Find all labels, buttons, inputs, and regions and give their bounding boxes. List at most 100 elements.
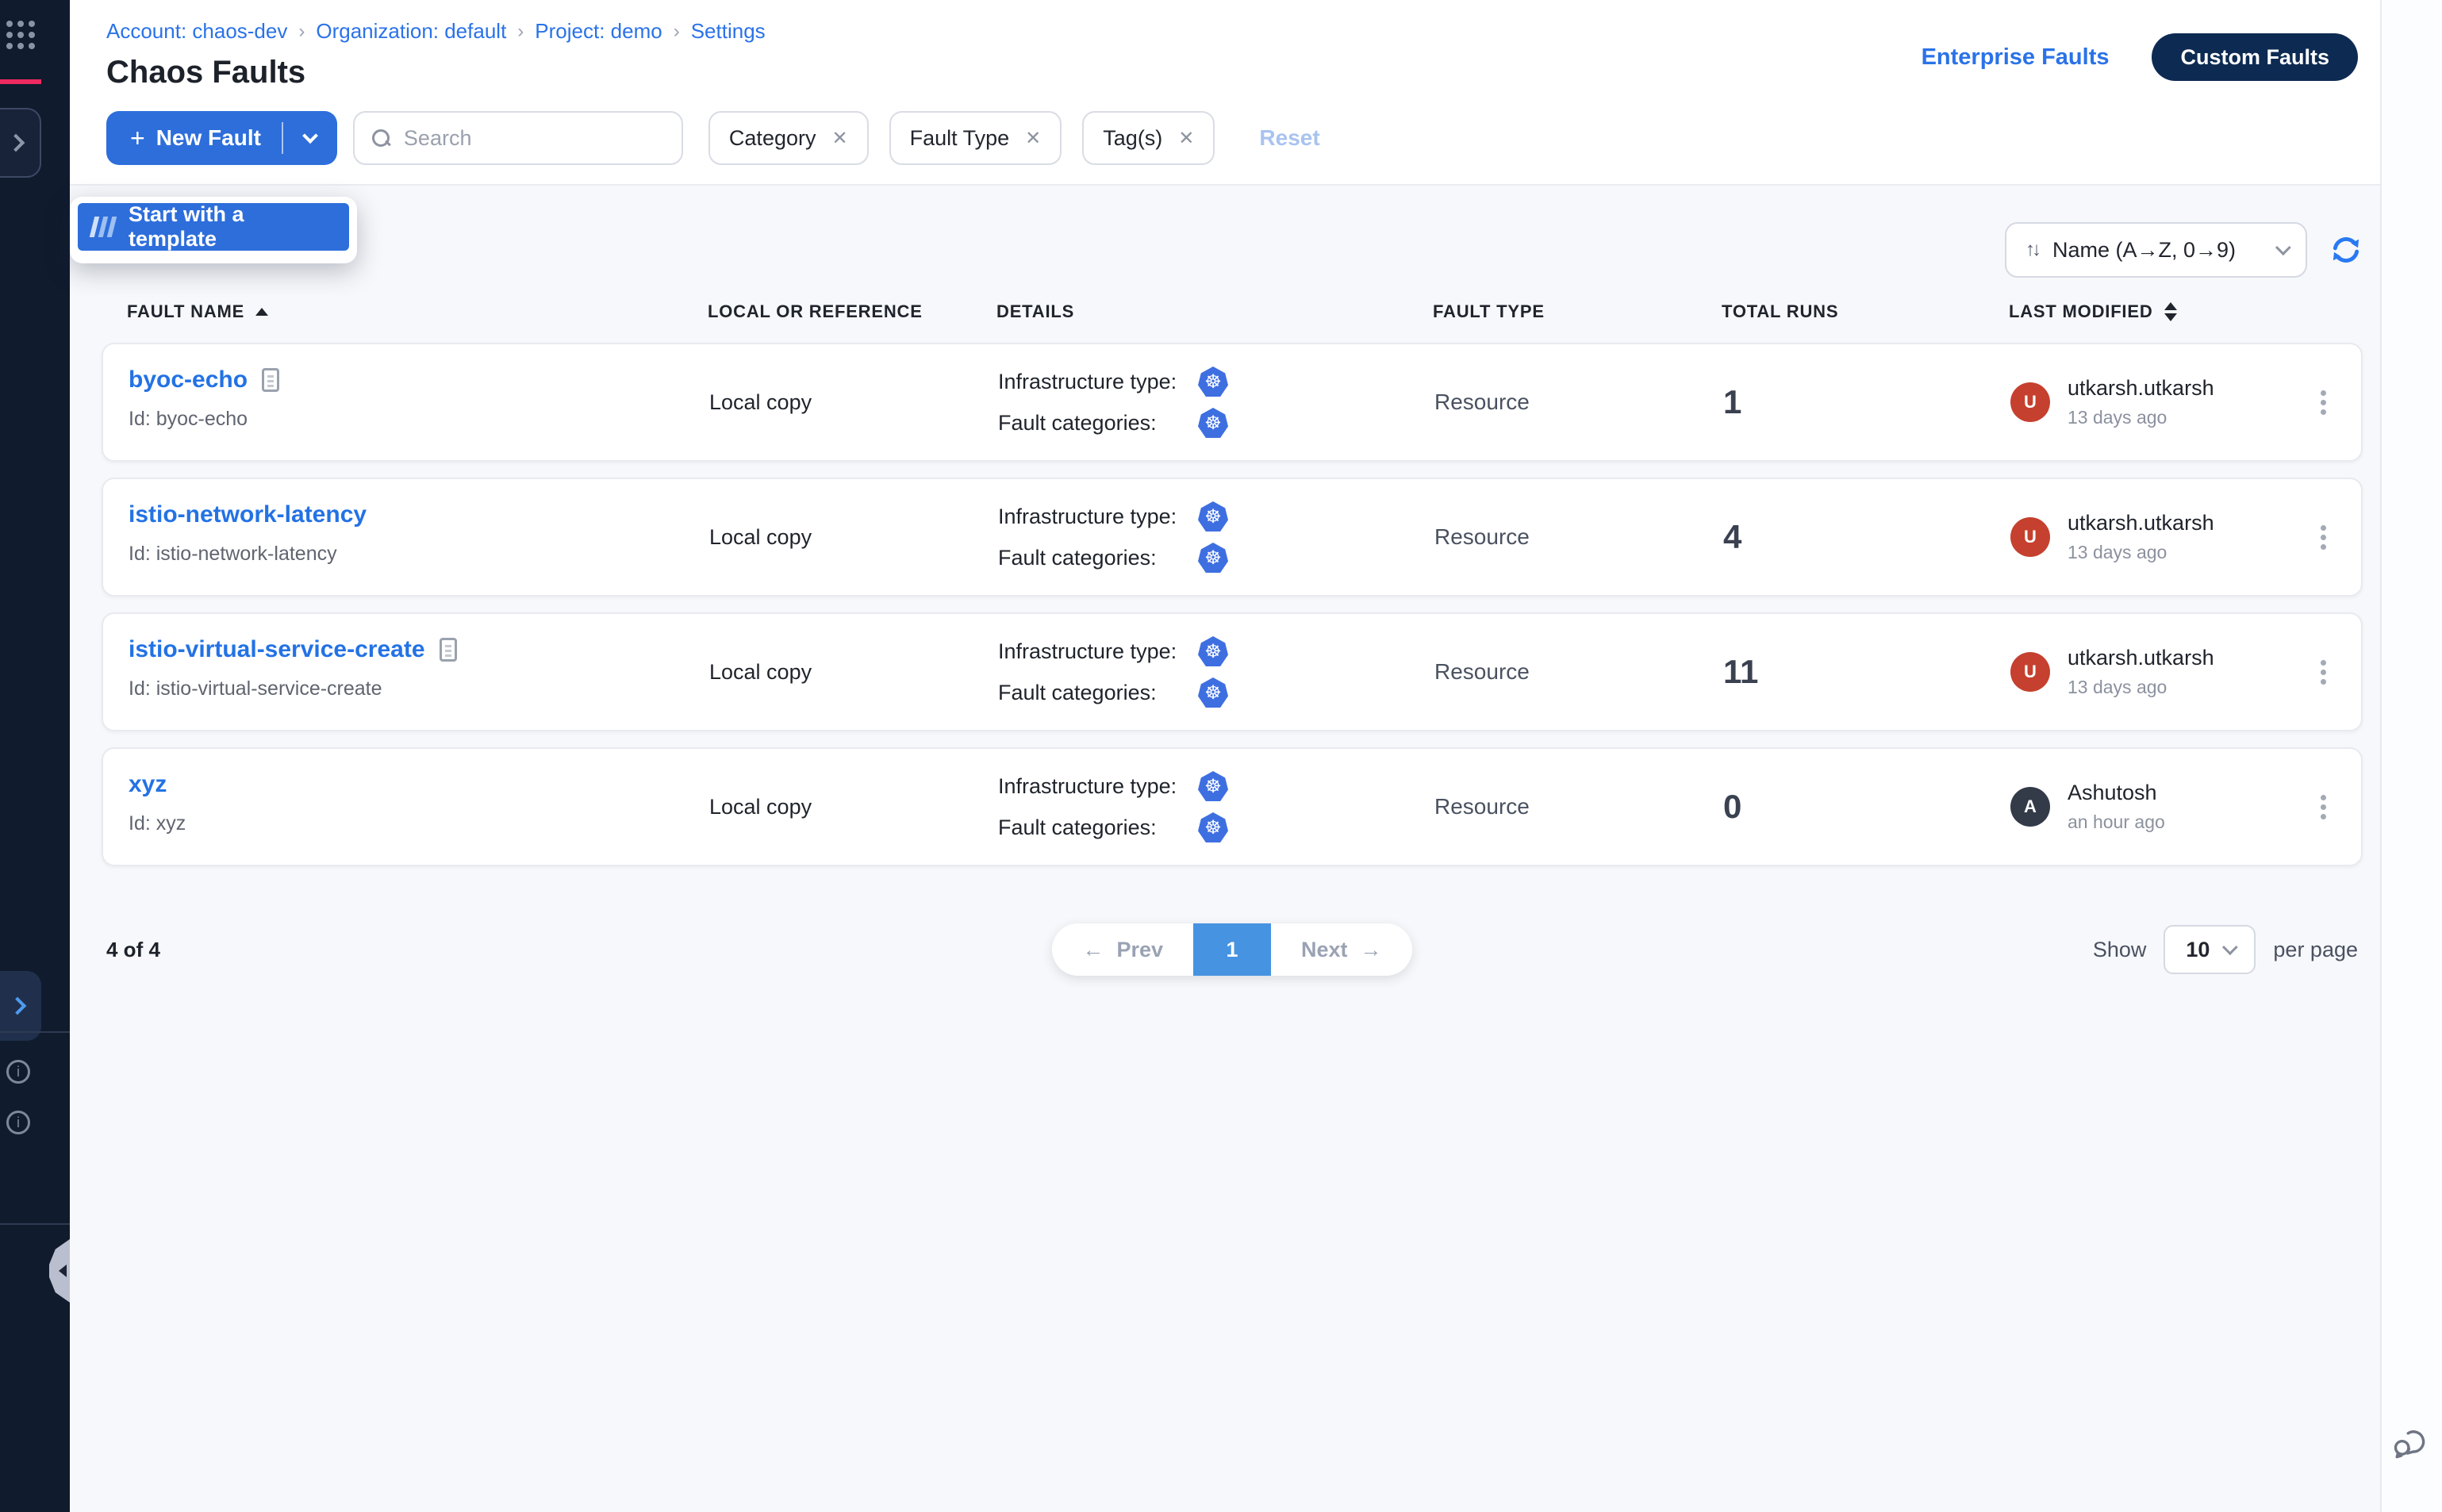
- total-runs: 4: [1723, 518, 2010, 556]
- plus-icon: +: [130, 124, 145, 153]
- support-chat-button[interactable]: [2391, 1423, 2432, 1471]
- close-icon[interactable]: ✕: [1178, 127, 1194, 150]
- last-modified-cell: U utkarsh.utkarsh 13 days ago: [2010, 511, 2272, 563]
- kubernetes-icon: ☸: [1198, 677, 1228, 708]
- column-fault-name[interactable]: FAULT NAME: [127, 301, 708, 322]
- pager: ← Prev 1 Next →: [1052, 923, 1411, 976]
- new-fault-dropdown: Start with a template: [70, 197, 357, 263]
- kubernetes-icon: ☸: [1198, 543, 1228, 573]
- breadcrumb-separator: ›: [674, 21, 680, 43]
- column-label: FAULT NAME: [127, 301, 244, 322]
- fault-name-link[interactable]: istio-virtual-service-create: [129, 636, 425, 663]
- last-modified-cell: U utkarsh.utkarsh 13 days ago: [2010, 646, 2272, 698]
- next-page-button[interactable]: Next →: [1271, 923, 1412, 976]
- nav-active-indicator: [0, 79, 41, 84]
- table-row[interactable]: istio-virtual-service-create Id: istio-v…: [102, 612, 2363, 731]
- breadcrumb-account[interactable]: Account: chaos-dev: [106, 19, 287, 44]
- column-details: DETAILS: [996, 301, 1433, 322]
- prev-page-button[interactable]: ← Prev: [1052, 923, 1193, 976]
- chevron-down-icon: [2275, 240, 2291, 255]
- collapse-sidebar-handle[interactable]: [49, 1239, 70, 1303]
- start-with-template-menu-item[interactable]: Start with a template: [78, 203, 349, 251]
- info-icon[interactable]: i: [6, 1060, 30, 1084]
- filter-label: Category: [729, 126, 816, 151]
- column-local-or-reference: LOCAL OR REFERENCE: [708, 301, 996, 322]
- new-fault-button[interactable]: + New Fault: [106, 111, 282, 165]
- details-cell: Infrastructure type: ☸ Fault categories:…: [998, 366, 1434, 438]
- expand-sidebar-button[interactable]: [0, 108, 41, 178]
- fault-name-link[interactable]: xyz: [129, 771, 167, 798]
- prev-label: Prev: [1116, 938, 1163, 962]
- kubernetes-icon: ☸: [1198, 366, 1228, 397]
- toolbar: + New Fault Category ✕ Fault Type ✕: [106, 111, 2358, 165]
- arrow-right-icon: →: [1361, 938, 1382, 962]
- modified-time: 13 days ago: [2068, 677, 2214, 698]
- last-modified-cell: A Ashutosh an hour ago: [2010, 781, 2272, 833]
- expand-bottom-nav-button[interactable]: [0, 971, 41, 1041]
- modified-by-user: utkarsh.utkarsh: [2068, 376, 2214, 401]
- modified-by-user: utkarsh.utkarsh: [2068, 511, 2214, 535]
- column-label: TOTAL RUNS: [1722, 301, 1838, 322]
- fault-type: Resource: [1434, 390, 1723, 415]
- list-header: Total: 4 ↑↓ Name (A→Z, 0→9): [102, 222, 2363, 278]
- infrastructure-type-label: Infrastructure type:: [998, 639, 1198, 664]
- column-label: FAULT TYPE: [1433, 301, 1545, 322]
- avatar: U: [2010, 652, 2050, 692]
- close-icon[interactable]: ✕: [831, 127, 847, 150]
- row-menu-button[interactable]: [2311, 516, 2336, 559]
- main-area: Account: chaos-dev › Organization: defau…: [70, 0, 2380, 1512]
- filter-chip-fault-type[interactable]: Fault Type ✕: [889, 111, 1062, 165]
- sort-controls: ↑↓ Name (A→Z, 0→9): [2005, 222, 2363, 278]
- column-total-runs: TOTAL RUNS: [1722, 301, 2009, 322]
- copy-icon[interactable]: [262, 368, 279, 392]
- new-fault-menu-button[interactable]: [283, 111, 337, 165]
- reset-filters-button[interactable]: Reset: [1259, 125, 1319, 151]
- refresh-button[interactable]: [2329, 233, 2363, 267]
- filter-chip-category[interactable]: Category ✕: [708, 111, 869, 165]
- copy-icon[interactable]: [440, 638, 457, 662]
- app-switcher-icon[interactable]: [6, 21, 35, 49]
- column-last-modified[interactable]: LAST MODIFIED: [2009, 301, 2274, 322]
- column-label: DETAILS: [996, 301, 1074, 322]
- fault-categories-label: Fault categories:: [998, 546, 1198, 570]
- fault-name-cell: xyz Id: xyz: [129, 749, 709, 865]
- row-menu-button[interactable]: [2311, 381, 2336, 424]
- filter-label: Fault Type: [910, 126, 1010, 151]
- chaos-faults-page: i i Account: chaos-dev › Organization: d…: [0, 0, 2442, 1512]
- kubernetes-icon: ☸: [1198, 501, 1228, 532]
- breadcrumb-settings[interactable]: Settings: [691, 19, 766, 44]
- local-or-reference: Local copy: [709, 390, 998, 415]
- divider: [0, 1223, 70, 1225]
- fault-name-cell: istio-virtual-service-create Id: istio-v…: [129, 614, 709, 730]
- help-info-icon[interactable]: i: [6, 1111, 30, 1134]
- filter-chip-tags[interactable]: Tag(s) ✕: [1082, 111, 1215, 165]
- arrow-left-icon: ←: [1082, 938, 1104, 962]
- custom-faults-button[interactable]: Custom Faults: [2152, 33, 2358, 81]
- page-1-button[interactable]: 1: [1193, 923, 1271, 976]
- breadcrumb-organization[interactable]: Organization: default: [316, 19, 506, 44]
- fault-name-link[interactable]: istio-network-latency: [129, 501, 367, 528]
- chevron-right-icon: [9, 997, 27, 1015]
- enterprise-faults-link[interactable]: Enterprise Faults: [1922, 44, 2110, 71]
- per-page-label: per page: [2273, 938, 2358, 962]
- page-size-select[interactable]: 10: [2164, 925, 2256, 974]
- infrastructure-type-label: Infrastructure type:: [998, 370, 1198, 394]
- row-menu-button[interactable]: [2311, 650, 2336, 694]
- search-input[interactable]: [404, 126, 664, 151]
- column-fault-type: FAULT TYPE: [1433, 301, 1722, 322]
- kubernetes-icon: ☸: [1198, 812, 1228, 842]
- sort-dropdown[interactable]: ↑↓ Name (A→Z, 0→9): [2005, 222, 2307, 278]
- row-menu-button[interactable]: [2311, 785, 2336, 829]
- close-icon[interactable]: ✕: [1025, 127, 1041, 150]
- fault-id: Id: istio-network-latency: [129, 543, 709, 566]
- kubernetes-icon: ☸: [1198, 636, 1228, 666]
- table-row[interactable]: byoc-echo Id: byoc-echo Local copy Infra…: [102, 343, 2363, 462]
- avatar: U: [2010, 517, 2050, 557]
- breadcrumb-project[interactable]: Project: demo: [535, 19, 662, 44]
- fault-id: Id: byoc-echo: [129, 408, 709, 431]
- sort-ascending-icon: [255, 308, 268, 316]
- table-row[interactable]: xyz Id: xyz Local copy Infrastructure ty…: [102, 747, 2363, 866]
- table-row[interactable]: istio-network-latency Id: istio-network-…: [102, 478, 2363, 597]
- fault-name-link[interactable]: byoc-echo: [129, 366, 248, 393]
- total-runs: 11: [1723, 653, 2010, 691]
